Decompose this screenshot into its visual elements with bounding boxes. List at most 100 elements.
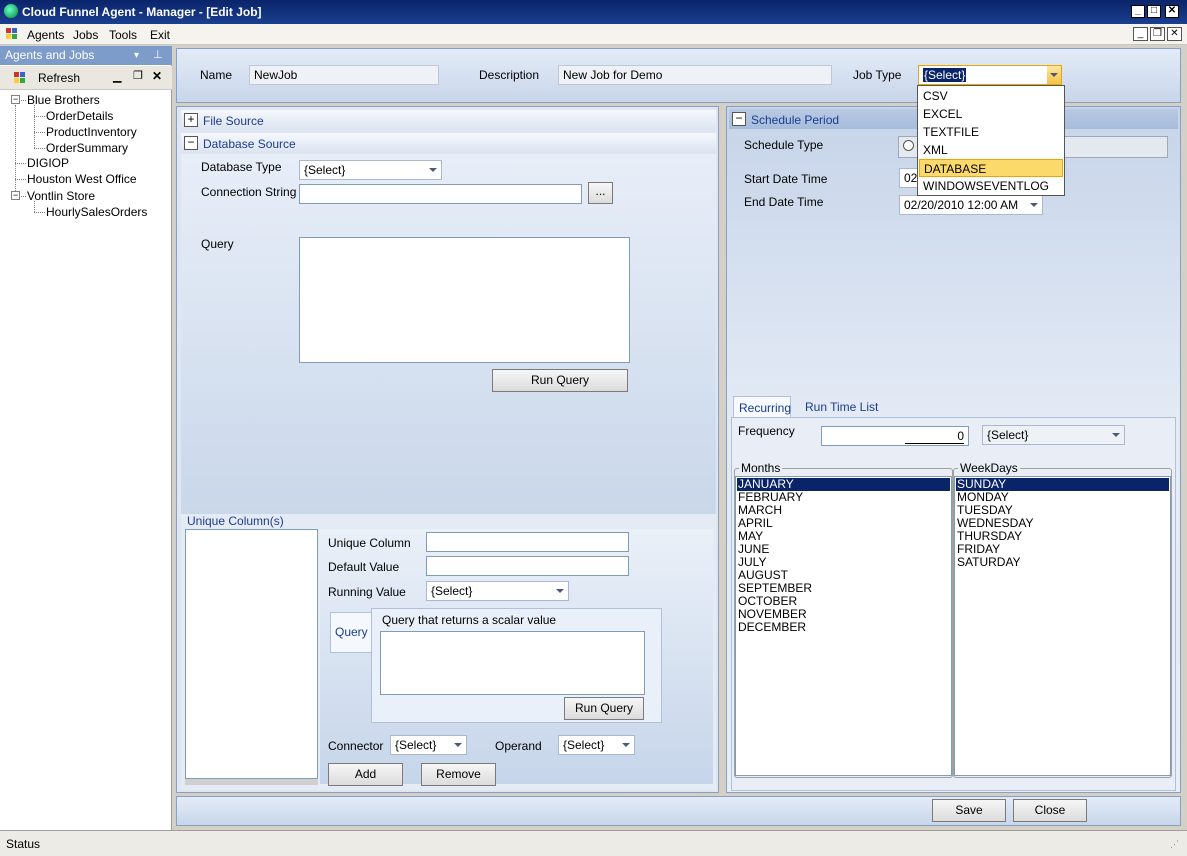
add-button[interactable]: Add — [328, 763, 403, 786]
running-value-value: {Select} — [431, 584, 473, 598]
database-type-label: Database Type — [201, 160, 282, 174]
menu-jobs[interactable]: Jobs — [73, 28, 98, 42]
job-type-option-xml[interactable]: XML — [919, 141, 1063, 159]
database-source-expander[interactable]: − — [184, 136, 198, 150]
chevron-down-icon — [1112, 433, 1120, 437]
save-button[interactable]: Save — [932, 799, 1006, 822]
minimize-button[interactable]: _ — [1131, 5, 1145, 18]
job-type-select[interactable]: {Select} — [918, 65, 1062, 85]
tab-query[interactable]: Query — [330, 612, 372, 653]
schedule-period-expander[interactable]: − — [732, 112, 746, 126]
file-source-header[interactable]: + File Source — [181, 110, 716, 130]
close-window-button[interactable]: ✕ — [1165, 5, 1179, 18]
unique-column-input[interactable] — [426, 532, 629, 552]
run-query-button[interactable]: Run Query — [492, 369, 628, 392]
connection-string-input[interactable] — [299, 184, 582, 204]
tree-expander-vontlin-store[interactable]: − — [11, 191, 20, 200]
pane-restore-button[interactable]: ❐ — [133, 69, 143, 82]
database-source-body: Database Type {Select} Connection String… — [181, 154, 716, 514]
frequency-value: 0 — [905, 429, 964, 444]
frequency-input[interactable]: 0 — [821, 426, 969, 446]
job-type-option-excel[interactable]: EXCEL — [919, 105, 1063, 123]
menu-agents[interactable]: Agents — [27, 28, 64, 42]
query-label: Query — [201, 237, 234, 251]
query-textarea[interactable] — [299, 237, 630, 363]
connector-select[interactable]: {Select} — [390, 735, 467, 755]
end-date-label: End Date Time — [744, 195, 824, 209]
description-input[interactable]: New Job for Demo — [558, 65, 832, 85]
scalar-run-query-button[interactable]: Run Query — [564, 697, 644, 720]
remove-button[interactable]: Remove — [421, 763, 496, 786]
pin-icon[interactable]: ⊥ — [153, 48, 163, 61]
resize-grip-icon[interactable]: ⋰ — [1170, 839, 1179, 850]
source-panel: + File Source − Database Source Database… — [176, 106, 719, 793]
tree-node-orderdetails[interactable]: OrderDetails — [46, 109, 113, 123]
operand-label: Operand — [495, 739, 542, 753]
schedule-type-label: Schedule Type — [744, 138, 824, 152]
tree-node-blue-brothers[interactable]: Blue Brothers — [27, 93, 100, 107]
file-source-label: File Source — [203, 114, 264, 128]
start-date-label: Start Date Time — [744, 172, 828, 186]
query-tab-panel: Query that returns a scalar value Run Qu… — [371, 608, 662, 723]
frequency-unit-value: {Select} — [987, 428, 1029, 442]
unique-column-label: Unique Column — [328, 536, 411, 550]
tree-node-houston-west-office[interactable]: Houston West Office — [27, 172, 137, 186]
connector-label: Connector — [328, 739, 384, 753]
file-source-expander[interactable]: + — [184, 113, 198, 127]
mdi-child-icon — [6, 28, 18, 40]
frequency-unit-select[interactable]: {Select} — [982, 425, 1125, 445]
close-button[interactable]: Close — [1013, 799, 1087, 822]
agents-jobs-title: Agents and Jobs — [5, 48, 95, 62]
job-type-option-csv[interactable]: CSV — [919, 87, 1063, 105]
name-label: Name — [200, 68, 233, 82]
mdi-close-button[interactable]: ✕ — [1167, 27, 1182, 41]
end-date-picker[interactable]: 02/20/2010 12:00 AM — [899, 195, 1043, 215]
database-source-label: Database Source — [203, 137, 296, 151]
browse-connection-button[interactable]: ... — [588, 182, 613, 204]
connection-string-label: Connection String — [201, 185, 297, 199]
running-value-select[interactable]: {Select} — [426, 581, 569, 601]
tree-node-ordersummary[interactable]: OrderSummary — [46, 141, 128, 155]
weekdays-label: WeekDays — [958, 461, 1020, 475]
unique-columns-list[interactable] — [185, 529, 318, 779]
weekday-item[interactable]: SATURDAY — [957, 556, 1021, 569]
month-item[interactable]: DECEMBER — [738, 621, 806, 634]
tab-run-time-list[interactable]: Run Time List — [797, 396, 887, 418]
scalar-query-textarea[interactable] — [380, 631, 645, 695]
name-input[interactable]: NewJob — [249, 65, 439, 85]
weekdays-list[interactable]: SUNDAY MONDAY TUESDAY WEDNESDAY THURSDAY… — [954, 476, 1171, 776]
job-type-option-textfile[interactable]: TEXTFILE — [919, 123, 1063, 141]
maximize-button[interactable]: □ — [1147, 5, 1161, 18]
database-source-header[interactable]: − Database Source — [181, 133, 716, 153]
tab-recurring[interactable]: Recurring — [733, 396, 791, 418]
scalar-query-caption: Query that returns a scalar value — [382, 613, 557, 627]
pane-minimize-button[interactable]: ▁ — [113, 70, 121, 83]
job-type-option-database[interactable]: DATABASE — [919, 159, 1063, 177]
operand-value: {Select} — [563, 738, 605, 752]
refresh-icon — [14, 72, 26, 84]
tab-query-label: Query — [335, 625, 368, 639]
months-list[interactable]: JANUARY FEBRUARY MARCH APRIL MAY JUNE JU… — [735, 476, 952, 776]
sidebar-toolbar: Refresh ▁ ❐ ✕ — [0, 66, 172, 90]
schedule-type-radio[interactable] — [903, 140, 914, 151]
tree-node-vontlin-store[interactable]: Vontlin Store — [27, 189, 95, 203]
recurring-tab-panel: Frequency 0 {Select} Months JANUARY FEBR… — [731, 417, 1176, 791]
pane-close-button[interactable]: ✕ — [152, 69, 162, 83]
database-type-select[interactable]: {Select} — [299, 160, 442, 180]
operand-select[interactable]: {Select} — [558, 735, 635, 755]
menu-exit[interactable]: Exit — [150, 28, 170, 42]
unique-columns-scrollbar[interactable] — [185, 779, 318, 785]
menu-tools[interactable]: Tools — [109, 28, 137, 42]
mdi-restore-button[interactable]: ❐ — [1150, 27, 1165, 41]
running-value-label: Running Value — [328, 585, 406, 599]
tab-run-time-list-label: Run Time List — [805, 400, 879, 414]
tree-node-productinventory[interactable]: ProductInventory — [46, 125, 137, 139]
tree-node-hourlysalesorders[interactable]: HourlySalesOrders — [46, 205, 147, 219]
refresh-button[interactable]: Refresh — [38, 71, 80, 85]
mdi-minimize-button[interactable]: _ — [1133, 27, 1148, 41]
tree-node-digiop[interactable]: DIGIOP — [27, 156, 69, 170]
default-value-input[interactable] — [426, 556, 629, 576]
tree-expander-blue-brothers[interactable]: − — [11, 95, 20, 104]
job-type-option-windowseventlog[interactable]: WINDOWSEVENTLOG — [919, 177, 1063, 195]
chevron-down-icon[interactable]: ▾ — [134, 50, 139, 61]
